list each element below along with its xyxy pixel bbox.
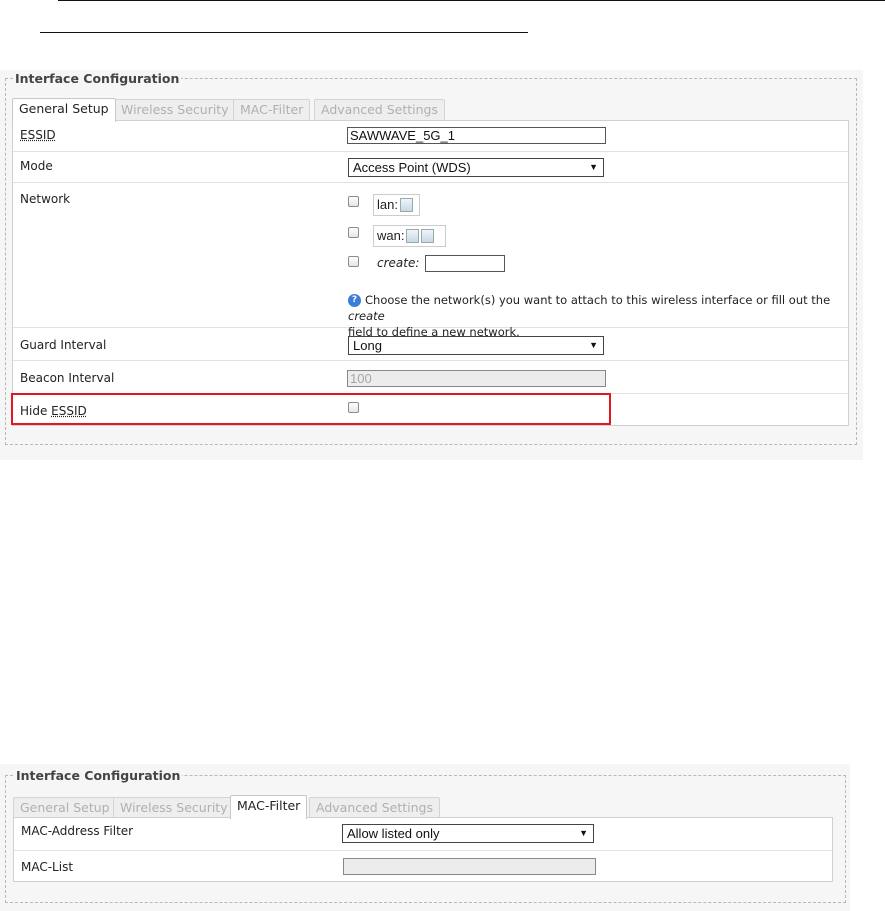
mac-list-label: MAC-List (21, 860, 74, 874)
mac-filter-select-value: Allow listed only (347, 826, 440, 841)
create-checkbox[interactable] (348, 256, 359, 267)
guard-interval-label: Guard Interval (20, 338, 107, 352)
wan-label: wan: (377, 228, 405, 243)
hint-text-1: Choose the network(s) you want to attach… (365, 293, 831, 307)
tab-advanced-settings[interactable]: Advanced Settings (309, 797, 440, 819)
hide-label-text: Hide (20, 404, 52, 418)
tab-general-setup[interactable]: General Setup (12, 98, 116, 122)
create-network-input[interactable] (425, 255, 505, 272)
beacon-interval-input[interactable]: 100 (347, 370, 606, 387)
tab-general-setup[interactable]: General Setup (13, 797, 117, 819)
network-hint: ? Choose the network(s) you want to attac… (348, 292, 838, 340)
chevron-down-icon: ▼ (589, 162, 598, 172)
essid-label: ESSID (20, 128, 56, 142)
network-icon (406, 228, 420, 243)
wan-checkbox[interactable] (348, 227, 359, 238)
lan-network-badge: lan: (373, 194, 420, 216)
create-label: create: (377, 256, 420, 270)
essid-input[interactable]: SAWWAVE_5G_1 (347, 127, 606, 144)
guard-interval-select[interactable]: Long ▼ (348, 336, 604, 355)
mac-filter-select[interactable]: Allow listed only ▼ (342, 824, 594, 843)
mode-label: Mode (20, 159, 53, 173)
tab-wireless-security[interactable]: Wireless Security (113, 797, 235, 819)
tab-wireless-security[interactable]: Wireless Security (114, 99, 236, 121)
wan-network-badge: wan: (373, 225, 446, 247)
mode-select-value: Access Point (WDS) (353, 160, 471, 175)
guard-select-value: Long (353, 338, 382, 353)
mac-filter-label: MAC-Address Filter (21, 824, 134, 838)
lan-label: lan: (377, 197, 398, 212)
hide-essid-row: Hide ESSID (13, 393, 848, 427)
tab-mac-filter[interactable]: MAC-Filter (233, 99, 311, 121)
chevron-down-icon: ▼ (579, 828, 588, 838)
network-icon (421, 228, 435, 243)
network-icon (399, 197, 413, 212)
hide-essid-checkbox[interactable] (348, 402, 359, 413)
help-icon: ? (348, 294, 361, 307)
tab-mac-filter[interactable]: MAC-Filter (230, 795, 308, 819)
network-label: Network (20, 192, 71, 206)
hide-essid-label: Hide ESSID (20, 404, 87, 418)
tab-advanced-settings[interactable]: Advanced Settings (314, 99, 445, 121)
top-rule-line (58, 0, 885, 1)
mode-select[interactable]: Access Point (WDS) ▼ (348, 158, 604, 177)
lan-checkbox[interactable] (348, 196, 359, 207)
hint-text-em: create (348, 309, 385, 323)
chevron-down-icon: ▼ (589, 340, 598, 350)
beacon-interval-label: Beacon Interval (20, 371, 115, 385)
hide-label-essid-text: ESSID (51, 404, 87, 418)
bottom-legend: Interface Configuration (14, 768, 183, 783)
top-legend: Interface Configuration (13, 71, 182, 86)
underline-rule (40, 32, 528, 33)
mac-list-input[interactable] (343, 858, 596, 875)
